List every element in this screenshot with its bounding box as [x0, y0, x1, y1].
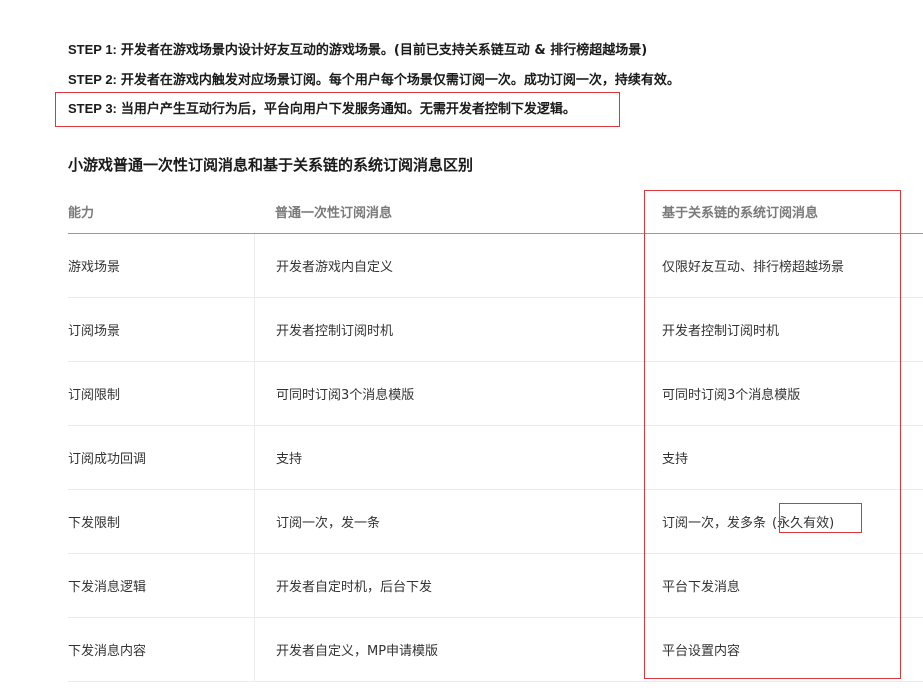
normal-cell: 订阅一次，发一条	[254, 490, 644, 553]
forever-valid-note: (永久有效)	[772, 516, 835, 531]
relation-cell: 平台下发消息	[662, 580, 741, 595]
row-label: 订阅限制	[68, 388, 121, 403]
normal-cell: 开发者自定时机，后台下发	[254, 554, 644, 617]
table-row: 订阅限制 可同时订阅3个消息模版 可同时订阅3个消息模版	[68, 362, 923, 426]
table-row: 下发消息逻辑 开发者自定时机，后台下发 平台下发消息	[68, 554, 923, 618]
row-label: 下发消息逻辑	[68, 580, 147, 595]
table-row: 下发消息内容 开发者自定义，MP申请模版 平台设置内容	[68, 618, 923, 682]
header-normal-subscription: 普通一次性订阅消息	[275, 206, 393, 221]
table-row: 订阅成功回调 支持 支持	[68, 426, 923, 490]
step-1-key: STEP 1:	[68, 42, 117, 57]
header-capability: 能力	[68, 206, 95, 221]
step-3: STEP 3: 当用户产生互动行为后，平台向用户下发服务通知。无需开发者控制下发逻…	[68, 100, 576, 119]
table-row: 订阅场景 开发者控制订阅时机 开发者控制订阅时机	[68, 298, 923, 362]
comparison-table: 能力 普通一次性订阅消息 基于关系链的系统订阅消息 游戏场景 开发者游戏内自定义…	[68, 190, 923, 682]
normal-cell: 可同时订阅3个消息模版	[254, 362, 644, 425]
relation-cell: 平台设置内容	[662, 644, 741, 659]
normal-cell: 开发者游戏内自定义	[254, 234, 644, 297]
row-label: 下发限制	[68, 516, 121, 531]
normal-cell: 开发者控制订阅时机	[254, 298, 644, 361]
relation-cell: 开发者控制订阅时机	[662, 324, 780, 339]
step-1: STEP 1: 开发者在游戏场景内设计好友互动的游戏场景。(目前已支持关系链互动 …	[68, 41, 647, 60]
normal-cell: 支持	[254, 426, 644, 489]
row-label: 订阅成功回调	[68, 452, 147, 467]
normal-cell: 开发者自定义，MP申请模版	[254, 618, 644, 681]
row-label: 订阅场景	[68, 324, 121, 339]
step-2-key: STEP 2:	[68, 72, 117, 87]
table-header-row: 能力 普通一次性订阅消息 基于关系链的系统订阅消息	[68, 190, 923, 234]
table-row: 下发限制 订阅一次，发一条 订阅一次，发多条 (永久有效)	[68, 490, 923, 554]
relation-cell: 订阅一次，发多条 (永久有效)	[662, 490, 917, 553]
step-2-text: 开发者在游戏内触发对应场景订阅。每个用户每个场景仅需订阅一次。成功订阅一次，持续…	[120, 73, 680, 88]
section-title: 小游戏普通一次性订阅消息和基于关系链的系统订阅消息区别	[68, 156, 474, 174]
relation-cell: 支持	[662, 452, 689, 467]
step-3-text: 当用户产生互动行为后，平台向用户下发服务通知。无需开发者控制下发逻辑。	[120, 102, 576, 117]
step-1-text: 开发者在游戏场景内设计好友互动的游戏场景。(目前已支持关系链互动 & 排行榜超越…	[120, 43, 648, 58]
header-relation-subscription: 基于关系链的系统订阅消息	[662, 206, 819, 221]
row-label: 游戏场景	[68, 260, 121, 275]
row-label: 下发消息内容	[68, 644, 147, 659]
relation-cell: 可同时订阅3个消息模版	[662, 388, 801, 403]
relation-cell: 仅限好友互动、排行榜超越场景	[662, 260, 845, 275]
step-3-key: STEP 3:	[68, 101, 117, 116]
relation-cell-text: 订阅一次，发多条	[662, 516, 767, 531]
step-2: STEP 2: 开发者在游戏内触发对应场景订阅。每个用户每个场景仅需订阅一次。成功…	[68, 71, 680, 90]
table-row: 游戏场景 开发者游戏内自定义 仅限好友互动、排行榜超越场景	[68, 234, 923, 298]
